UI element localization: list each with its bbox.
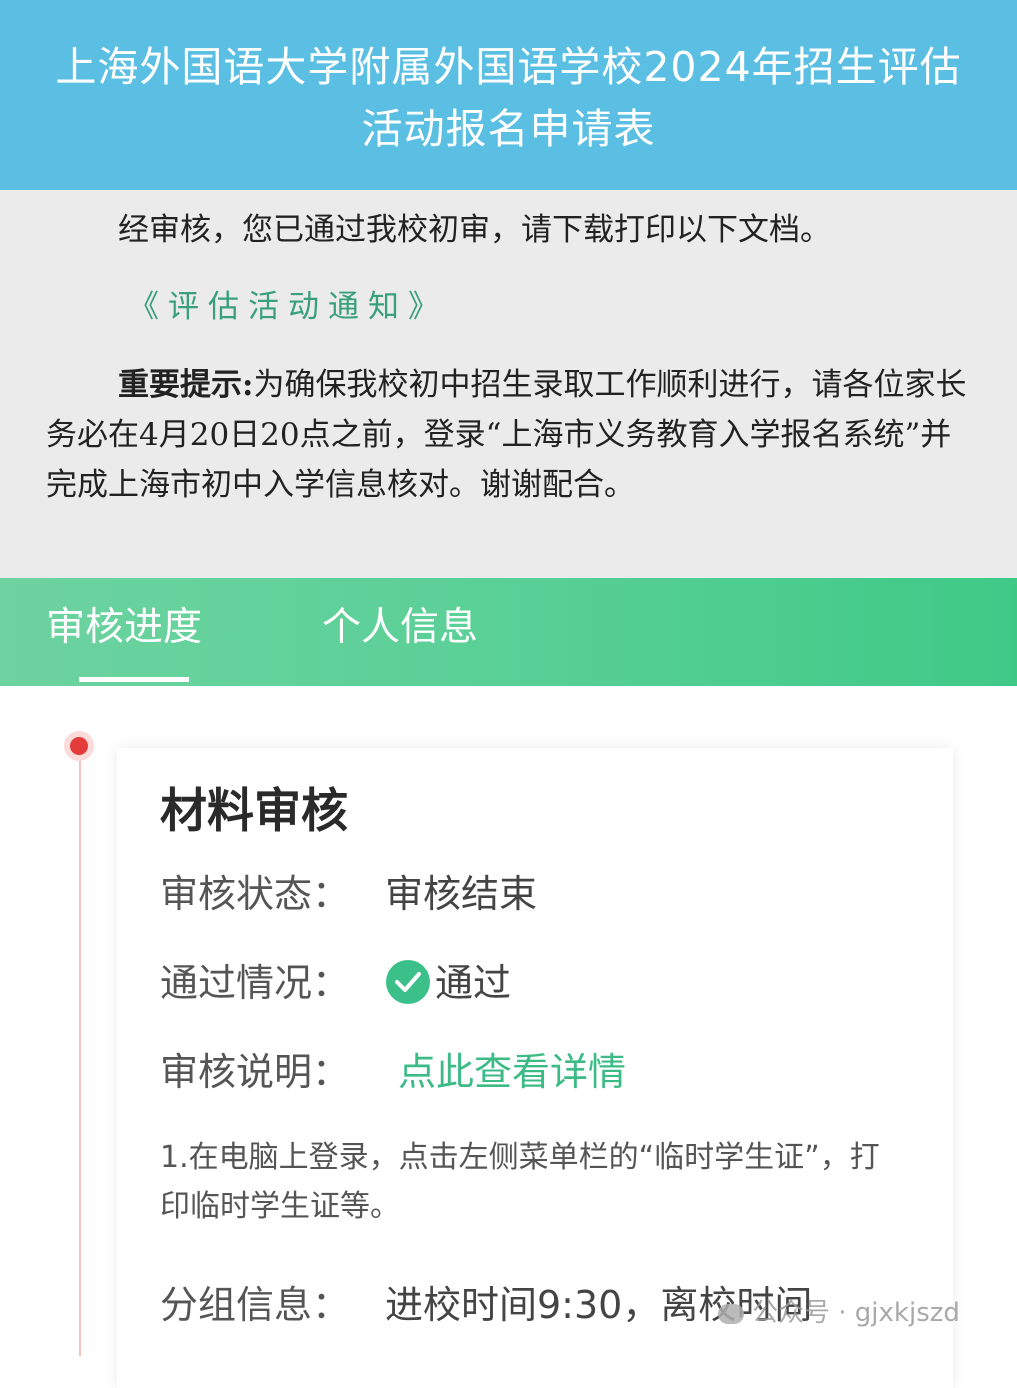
- card-title: 材料审核: [160, 784, 348, 839]
- review-status-label: 审核状态：: [160, 872, 351, 916]
- pass-status-row: 通过情况： 通过: [160, 952, 511, 1007]
- review-desc-label: 审核说明：: [160, 1050, 351, 1094]
- activity-notice-link[interactable]: 《评估活动通知》: [128, 281, 448, 326]
- group-info-label: 分组信息：: [160, 1283, 351, 1327]
- wechat-icon: [718, 1303, 744, 1324]
- tab-bar: 审核进度 个人信息: [0, 578, 1017, 686]
- active-tab-indicator: [79, 677, 189, 682]
- page-header: 上海外国语大学附属外国语学校2024年招生评估 活动报名申请表: [0, 0, 1017, 190]
- passed-message: 经审核，您已通过我校初审，请下载打印以下文档。: [118, 212, 831, 248]
- header-title-line1: 上海外国语大学附属外国语学校2024年招生评估: [55, 43, 962, 91]
- pass-status-label: 通过情况：: [160, 961, 351, 1005]
- notice-panel: 经审核，您已通过我校初审，请下载打印以下文档。 《评估活动通知》 重要提示:为确…: [0, 190, 1017, 578]
- pass-status-value: 通过: [435, 961, 512, 1005]
- important-label: 重要提示:: [118, 367, 254, 403]
- timeline-dot-icon: [64, 731, 94, 761]
- check-circle-icon: [386, 960, 430, 1004]
- tab-personal-info[interactable]: 个人信息: [322, 596, 478, 652]
- review-status-value: 审核结束: [385, 872, 538, 916]
- tab-review-progress[interactable]: 审核进度: [46, 596, 202, 652]
- view-details-link[interactable]: 点此查看详情: [398, 1041, 626, 1096]
- review-desc-text: 1.在电脑上登录，点击左侧菜单栏的“临时学生证”，打印临时学生证等。: [160, 1140, 880, 1224]
- header-title-line2: 活动报名申请表: [361, 105, 656, 153]
- important-notice: 重要提示:为确保我校初中招生录取工作顺利进行，请各位家长务必在4月20日20点之…: [46, 360, 968, 510]
- review-desc-row: 审核说明： 点此查看详情: [160, 1041, 626, 1096]
- timeline-line: [79, 746, 81, 1356]
- group-info-row: 分组信息： 进校时间9:30，离校时间: [160, 1274, 812, 1329]
- watermark-text: 公众号 · gjxkjszd: [752, 1298, 960, 1328]
- watermark: 公众号 · gjxkjszd: [718, 1292, 960, 1329]
- review-status-row: 审核状态： 审核结束: [160, 863, 537, 918]
